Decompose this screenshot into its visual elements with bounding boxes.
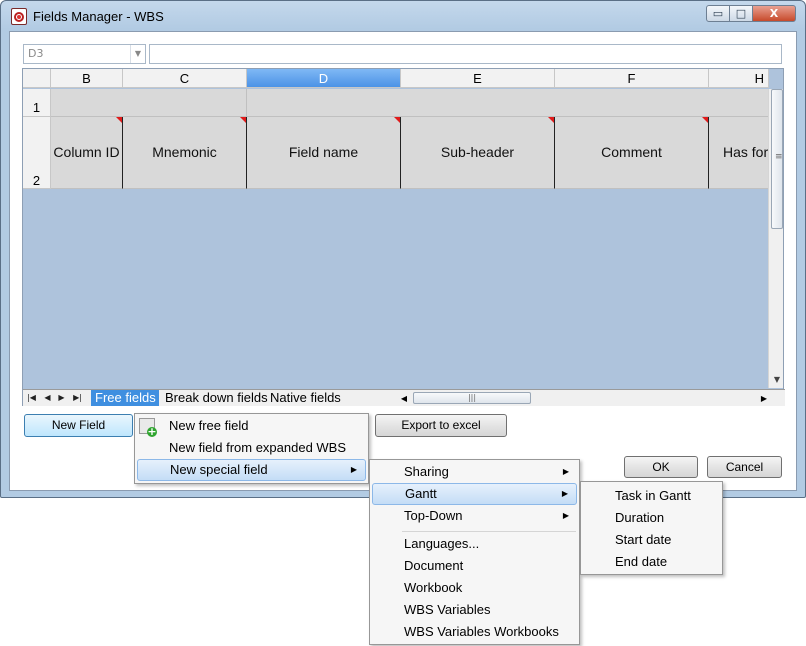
comment-marker-icon <box>116 117 122 123</box>
row-header-2[interactable]: 2 <box>23 117 51 189</box>
header-cell-label: Comment <box>601 144 662 160</box>
new-field-menu: New free field New field from expanded W… <box>134 413 369 484</box>
menu-item-new-free-field[interactable]: New free field <box>137 415 366 437</box>
comment-marker-icon <box>548 117 554 123</box>
minimize-button[interactable]: ▭ <box>706 5 730 22</box>
column-header-e[interactable]: E <box>401 69 555 88</box>
app-icon[interactable] <box>11 8 27 25</box>
menu-item-sharing[interactable]: Sharing ▶ <box>372 461 577 483</box>
fields-grid[interactable]: B C D E F H 1 2 Column ID Mnemonic Field… <box>22 68 784 406</box>
menu-item-label: Top-Down <box>404 508 463 523</box>
column-header-f[interactable]: F <box>555 69 709 88</box>
tab-free-fields[interactable]: Free fields <box>91 390 159 406</box>
submenu-arrow-icon: ▶ <box>562 467 569 476</box>
submenu-arrow-icon: ▶ <box>350 465 357 474</box>
header-cell-label: Sub-header <box>440 144 515 160</box>
gantt-submenu: Task in Gantt Duration Start date End da… <box>580 481 723 575</box>
cell-reference-box[interactable]: D3 <box>23 44 146 64</box>
menu-item-end-date[interactable]: End date <box>583 551 720 573</box>
menu-item-new-field-expanded-wbs[interactable]: New field from expanded WBS <box>137 437 366 459</box>
vertical-scroll-thumb[interactable]: ≡ <box>771 89 783 229</box>
menu-item-top-down[interactable]: Top-Down ▶ <box>372 505 577 527</box>
cell-reference-dropdown-icon[interactable]: ▼ <box>130 45 145 63</box>
submenu-arrow-icon: ▶ <box>562 511 569 520</box>
horizontal-scroll-thumb[interactable]: ||| <box>413 392 531 404</box>
menu-item-label: Sharing <box>404 464 449 479</box>
row-header-1[interactable]: 1 <box>23 89 51 117</box>
last-sheet-icon[interactable]: ▶| <box>71 391 84 405</box>
menu-item-gantt[interactable]: Gantt ▶ <box>372 483 577 505</box>
column-header-d[interactable]: D <box>247 69 401 88</box>
sheet-tab-strip: |◀ ◀ ▶ ▶| Free fields Break down fields … <box>23 389 785 406</box>
maximize-button[interactable]: □ <box>729 5 753 22</box>
tab-native-fields[interactable]: Native fields <box>266 390 344 406</box>
submenu-arrow-icon: ▶ <box>561 489 568 498</box>
cancel-button[interactable]: Cancel <box>707 456 782 478</box>
merged-header-cell[interactable] <box>247 89 769 117</box>
tab-break-down-fields[interactable]: Break down fields <box>161 390 268 406</box>
title-bar[interactable]: Fields Manager - WBS ▭ □ X <box>1 1 805 31</box>
scroll-right-icon[interactable]: ▶ <box>758 392 770 406</box>
comment-marker-icon <box>702 117 708 123</box>
header-cell-label: Mnemonic <box>152 144 217 160</box>
menu-item-start-date[interactable]: Start date <box>583 529 720 551</box>
header-cell-has-formula[interactable]: Has for <box>709 117 769 189</box>
menu-item-label: Gantt <box>405 486 437 501</box>
header-cell-comment[interactable]: Comment <box>555 117 709 189</box>
menu-item-workbook[interactable]: Workbook <box>372 577 577 599</box>
formula-input[interactable] <box>149 44 782 64</box>
header-cell-label: Column ID <box>53 144 120 160</box>
menu-item-duration[interactable]: Duration <box>583 507 720 529</box>
column-header-h[interactable]: H <box>709 69 769 88</box>
header-cell-label: Has for <box>723 144 769 160</box>
previous-sheet-icon[interactable]: ◀ <box>41 391 54 405</box>
column-header-b[interactable]: B <box>51 69 123 88</box>
menu-item-new-special-field[interactable]: New special field ▶ <box>137 459 366 481</box>
horizontal-scrollbar[interactable]: ◀ ||| ▶ <box>398 391 773 406</box>
header-cell-mnemonic[interactable]: Mnemonic <box>123 117 247 189</box>
header-cell-sub-header[interactable]: Sub-header <box>401 117 555 189</box>
first-sheet-icon[interactable]: |◀ <box>25 391 38 405</box>
scroll-left-icon[interactable]: ◀ <box>398 392 410 406</box>
window-title: Fields Manager - WBS <box>33 9 164 24</box>
menu-item-task-in-gantt[interactable]: Task in Gantt <box>583 485 720 507</box>
ok-button[interactable]: OK <box>624 456 698 478</box>
menu-item-languages[interactable]: Languages... <box>372 533 577 555</box>
header-cell-label: Field name <box>288 144 359 160</box>
menu-item-wbs-variables[interactable]: WBS Variables <box>372 599 577 621</box>
comment-marker-icon <box>394 117 400 123</box>
close-button[interactable]: X <box>752 5 796 22</box>
header-cell-column-id[interactable]: Column ID <box>51 117 123 189</box>
select-all-corner[interactable] <box>23 69 51 88</box>
export-to-excel-button[interactable]: Export to excel <box>375 414 507 437</box>
menu-item-label: New special field <box>170 462 268 477</box>
vertical-scrollbar[interactable]: ≡ ▼ <box>768 89 783 388</box>
special-field-submenu: Sharing ▶ Gantt ▶ Top-Down ▶ Languages... D… <box>369 459 580 645</box>
new-field-button[interactable]: New Field <box>24 414 133 437</box>
menu-item-document[interactable]: Document <box>372 555 577 577</box>
next-sheet-icon[interactable]: ▶ <box>55 391 68 405</box>
menu-separator <box>402 531 576 532</box>
comment-marker-icon <box>240 117 246 123</box>
scroll-down-icon[interactable]: ▼ <box>769 373 783 387</box>
menu-item-wbs-variables-workbooks[interactable]: WBS Variables Workbooks <box>372 621 577 643</box>
grip-icon: ≡ <box>775 152 783 162</box>
column-header-c[interactable]: C <box>123 69 247 88</box>
header-cell-field-name[interactable]: Field name <box>247 117 401 189</box>
merged-header-cell[interactable] <box>51 89 247 117</box>
